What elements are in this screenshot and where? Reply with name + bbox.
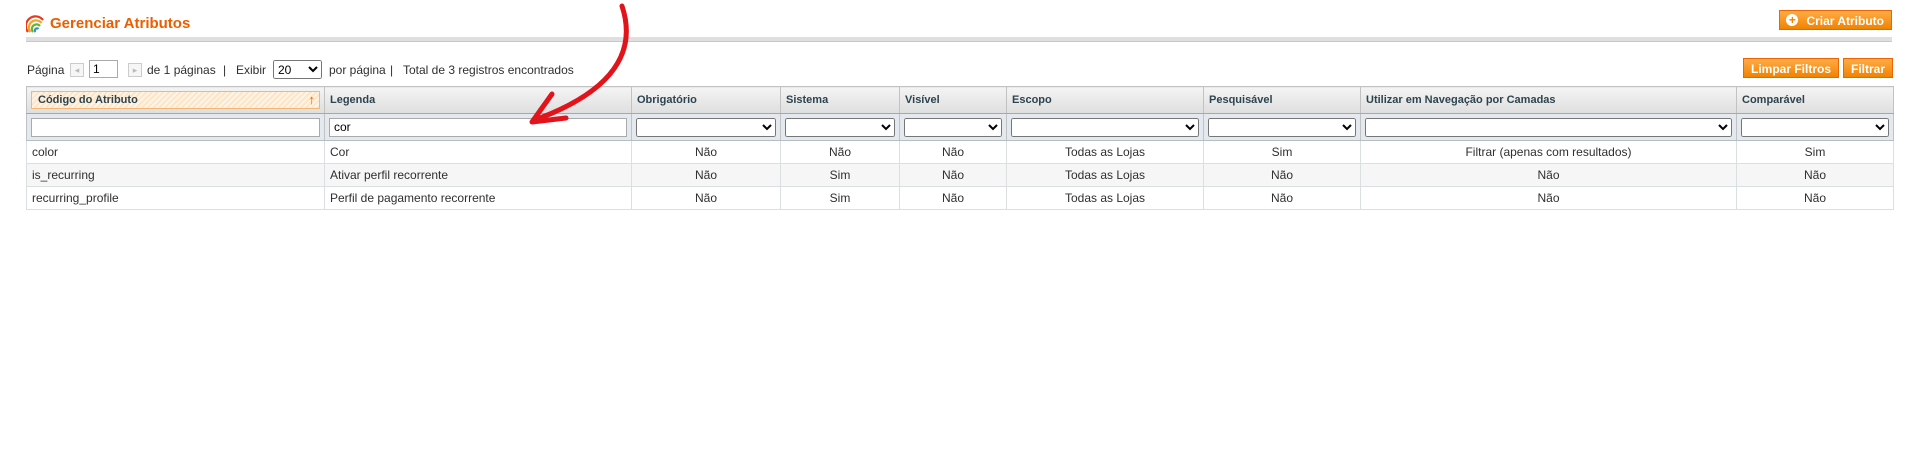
header-row: Código do Atributo ↑ Legenda Obrigatório … [26, 86, 1894, 114]
cell-searchable: Sim [1203, 140, 1361, 164]
cell-label: Ativar perfil recorrente [324, 163, 632, 187]
header-divider [26, 37, 1892, 42]
cell-scope: Todas as Lojas [1006, 163, 1204, 187]
cell-required: Não [631, 186, 781, 210]
cell-comparable: Não [1736, 186, 1894, 210]
cell-layered-navigation: Não [1360, 163, 1737, 187]
next-page-icon[interactable]: ▸ [128, 63, 142, 77]
filter-row [26, 113, 1894, 141]
cell-searchable: Não [1203, 163, 1361, 187]
pager-separator: | [390, 63, 394, 77]
column-header-comparable[interactable]: Comparável [1736, 86, 1894, 114]
cell-label: Cor [324, 140, 632, 164]
cell-system: Sim [780, 163, 900, 187]
cell-layered-navigation: Filtrar (apenas com resultados) [1360, 140, 1737, 164]
cell-visible: Não [899, 163, 1007, 187]
comparable-filter-select[interactable] [1741, 117, 1889, 137]
cell-code: is_recurring [26, 163, 325, 187]
code-filter-input[interactable] [31, 117, 320, 137]
cell-code: recurring_profile [26, 186, 325, 210]
create-attribute-button[interactable]: + Criar Atributo [1779, 10, 1892, 30]
table-row[interactable]: is_recurring Ativar perfil recorrente Nã… [26, 163, 1894, 187]
column-header-label: Código do Atributo [38, 94, 138, 106]
table-row[interactable]: recurring_profile Perfil de pagamento re… [26, 186, 1894, 210]
column-header-code[interactable]: Código do Atributo ↑ [26, 86, 325, 114]
column-header-label[interactable]: Legenda [324, 86, 632, 114]
page-number-input[interactable] [89, 60, 118, 78]
column-header-system[interactable]: Sistema [780, 86, 900, 114]
cell-comparable: Sim [1736, 140, 1894, 164]
column-header-scope[interactable]: Escopo [1006, 86, 1204, 114]
page-title: Gerenciar Atributos [50, 15, 191, 32]
column-header-layered-navigation[interactable]: Utilizar em Navegação por Camadas [1360, 86, 1737, 114]
sort-asc-arrow-icon: ↑ [308, 92, 316, 107]
table-row[interactable]: color Cor Não Não Não Todas as Lojas Sim… [26, 140, 1894, 164]
cell-code: color [26, 140, 325, 164]
required-filter-select[interactable] [636, 117, 776, 137]
cell-visible: Não [899, 140, 1007, 164]
cell-searchable: Não [1203, 186, 1361, 210]
total-records-text: Total de 3 registros encontrados [403, 63, 574, 77]
page-label: Página [27, 63, 65, 77]
cell-scope: Todas as Lojas [1006, 186, 1204, 210]
clear-filters-button[interactable]: Limpar Filtros [1743, 58, 1840, 78]
cell-comparable: Não [1736, 163, 1894, 187]
cell-scope: Todas as Lojas [1006, 140, 1204, 164]
per-page-text: por página [329, 63, 386, 77]
layered-navigation-filter-select[interactable] [1365, 117, 1732, 137]
cell-required: Não [631, 140, 781, 164]
system-filter-select[interactable] [785, 117, 895, 137]
pager-separator: | [223, 63, 227, 77]
cell-system: Sim [780, 186, 900, 210]
plus-circle-icon: + [1786, 14, 1799, 26]
cell-layered-navigation: Não [1360, 186, 1737, 210]
visible-filter-select[interactable] [904, 117, 1002, 137]
of-pages-text: de 1 páginas [147, 63, 216, 77]
cell-system: Não [780, 140, 900, 164]
create-attribute-label: Criar Atributo [1806, 14, 1884, 28]
attributes-grid: Código do Atributo ↑ Legenda Obrigatório … [26, 86, 1894, 210]
cell-label: Perfil de pagamento recorrente [324, 186, 632, 210]
prev-page-icon[interactable]: ◂ [70, 63, 84, 77]
show-label: Exibir [236, 63, 267, 77]
filter-button[interactable]: Filtrar [1843, 58, 1894, 78]
column-header-searchable[interactable]: Pesquisável [1203, 86, 1361, 114]
rainbow-icon [26, 15, 44, 33]
label-filter-input[interactable] [329, 117, 627, 137]
searchable-filter-select[interactable] [1208, 117, 1356, 137]
scope-filter-select[interactable] [1011, 117, 1199, 137]
column-header-visible[interactable]: Visível [899, 86, 1007, 114]
per-page-select[interactable]: 20 30 50 100 200 [273, 60, 322, 79]
cell-required: Não [631, 163, 781, 187]
cell-visible: Não [899, 186, 1007, 210]
column-header-required[interactable]: Obrigatório [631, 86, 781, 114]
